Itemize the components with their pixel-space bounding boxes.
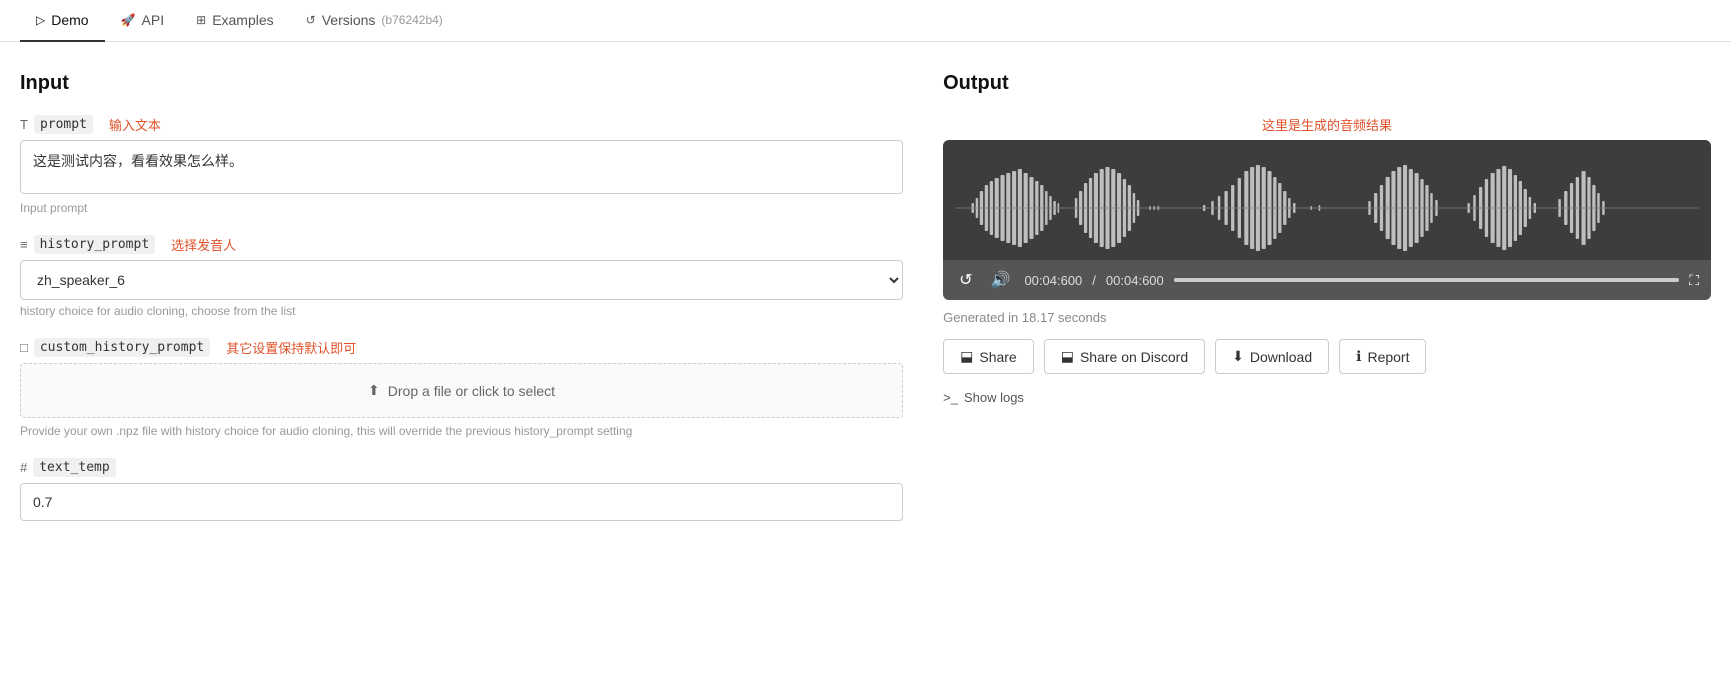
report-label: Report [1367, 349, 1409, 365]
restart-button[interactable]: ↺ [955, 268, 976, 292]
download-label: Download [1250, 349, 1312, 365]
share-button[interactable]: ⬓ Share [943, 339, 1034, 374]
file-hint: Provide your own .npz file with history … [20, 424, 903, 438]
text-temp-input[interactable]: 0.7 [20, 483, 903, 521]
generated-info: Generated in 18.17 seconds [943, 310, 1711, 325]
prompt-input[interactable]: 这是测试内容，看看效果怎么样。 [20, 140, 903, 194]
file-drop-text: Drop a file or click to select [388, 383, 555, 399]
audio-controls: ↺ 🔊 00:04:600 / 00:04:600 ⛶ [943, 260, 1711, 300]
waveform-svg [955, 163, 1699, 253]
tab-api-label: API [142, 12, 165, 28]
text-temp-label-text: text_temp [33, 458, 115, 477]
input-panel: Input T prompt 输入文本 这是测试内容，看看效果怎么样。 Inpu… [20, 72, 933, 541]
text-temp-icon: # [20, 460, 27, 475]
share-discord-label: Share on Discord [1080, 349, 1188, 365]
history-prompt-annotation: 选择发音人 [171, 235, 236, 254]
history-prompt-group: ≡ history_prompt 选择发音人 zh_speaker_6 zh_s… [20, 235, 903, 318]
tab-versions[interactable]: ↺ Versions (b76242b4) [290, 0, 459, 42]
tab-examples-label: Examples [212, 12, 273, 28]
tab-versions-label: Versions [322, 12, 376, 28]
output-annotation: 这里是生成的音频结果 [943, 115, 1711, 134]
share-discord-icon: ⬓ [1061, 348, 1074, 365]
file-drop-area[interactable]: ⬆ Drop a file or click to select [20, 363, 903, 418]
time-separator: / [1092, 273, 1096, 288]
output-title: Output [943, 72, 1711, 95]
output-panel: Output 这里是生成的音频结果 [933, 72, 1711, 541]
input-title: Input [20, 72, 903, 95]
api-icon: 🚀 [121, 13, 136, 27]
prompt-type-icon: T [20, 117, 28, 132]
show-logs-icon: >_ [943, 390, 958, 405]
time-current: 00:04:600 [1024, 273, 1082, 288]
custom-history-label-row: □ custom_history_prompt 其它设置保持默认即可 [20, 338, 903, 357]
history-prompt-select[interactable]: zh_speaker_6 zh_speaker_1 zh_speaker_2 z… [20, 260, 903, 300]
progress-bar[interactable] [1174, 278, 1679, 282]
tab-examples[interactable]: ⊞ Examples [180, 0, 290, 42]
show-logs[interactable]: >_ Show logs [943, 390, 1711, 405]
history-prompt-icon: ≡ [20, 237, 28, 252]
share-discord-button[interactable]: ⬓ Share on Discord [1044, 339, 1205, 374]
progress-fill [1174, 278, 1679, 282]
demo-icon: ▷ [36, 13, 45, 27]
custom-history-annotation: 其它设置保持默认即可 [226, 338, 356, 357]
waveform-container [943, 140, 1711, 260]
fullscreen-button[interactable]: ⛶ [1689, 272, 1699, 289]
report-button[interactable]: ℹ Report [1339, 339, 1426, 374]
history-prompt-hint: history choice for audio cloning, choose… [20, 304, 903, 318]
text-temp-group: # text_temp 0.7 [20, 458, 903, 521]
tab-demo-label: Demo [51, 12, 88, 28]
download-icon: ⬇ [1232, 348, 1244, 365]
text-temp-label-row: # text_temp [20, 458, 903, 477]
history-prompt-label-row: ≡ history_prompt 选择发音人 [20, 235, 903, 254]
show-logs-label: Show logs [964, 390, 1024, 405]
custom-history-group: □ custom_history_prompt 其它设置保持默认即可 ⬆ Dro… [20, 338, 903, 438]
custom-history-label-text: custom_history_prompt [34, 338, 210, 357]
action-buttons: ⬓ Share ⬓ Share on Discord ⬇ Download ℹ … [943, 339, 1711, 374]
nav-tabs: ▷ Demo 🚀 API ⊞ Examples ↺ Versions (b762… [0, 0, 1731, 42]
download-button[interactable]: ⬇ Download [1215, 339, 1329, 374]
tab-api[interactable]: 🚀 API [105, 0, 181, 42]
main-layout: Input T prompt 输入文本 这是测试内容，看看效果怎么样。 Inpu… [0, 42, 1731, 561]
volume-button[interactable]: 🔊 [987, 268, 1015, 292]
prompt-label-row: T prompt 输入文本 [20, 115, 903, 134]
report-icon: ℹ [1356, 348, 1361, 365]
time-total: 00:04:600 [1106, 273, 1164, 288]
examples-icon: ⊞ [196, 13, 206, 27]
share-icon: ⬓ [960, 348, 973, 365]
tab-demo[interactable]: ▷ Demo [20, 0, 105, 42]
prompt-group: T prompt 输入文本 这是测试内容，看看效果怎么样。 Input prom… [20, 115, 903, 215]
share-label: Share [979, 349, 1016, 365]
prompt-hint: Input prompt [20, 201, 903, 215]
version-badge: (b76242b4) [381, 13, 442, 27]
versions-icon: ↺ [306, 13, 316, 27]
prompt-label-text: prompt [34, 115, 93, 134]
upload-icon: ⬆ [368, 382, 380, 399]
custom-history-icon: □ [20, 340, 28, 355]
prompt-annotation: 输入文本 [109, 115, 161, 134]
history-prompt-label-text: history_prompt [34, 235, 156, 254]
